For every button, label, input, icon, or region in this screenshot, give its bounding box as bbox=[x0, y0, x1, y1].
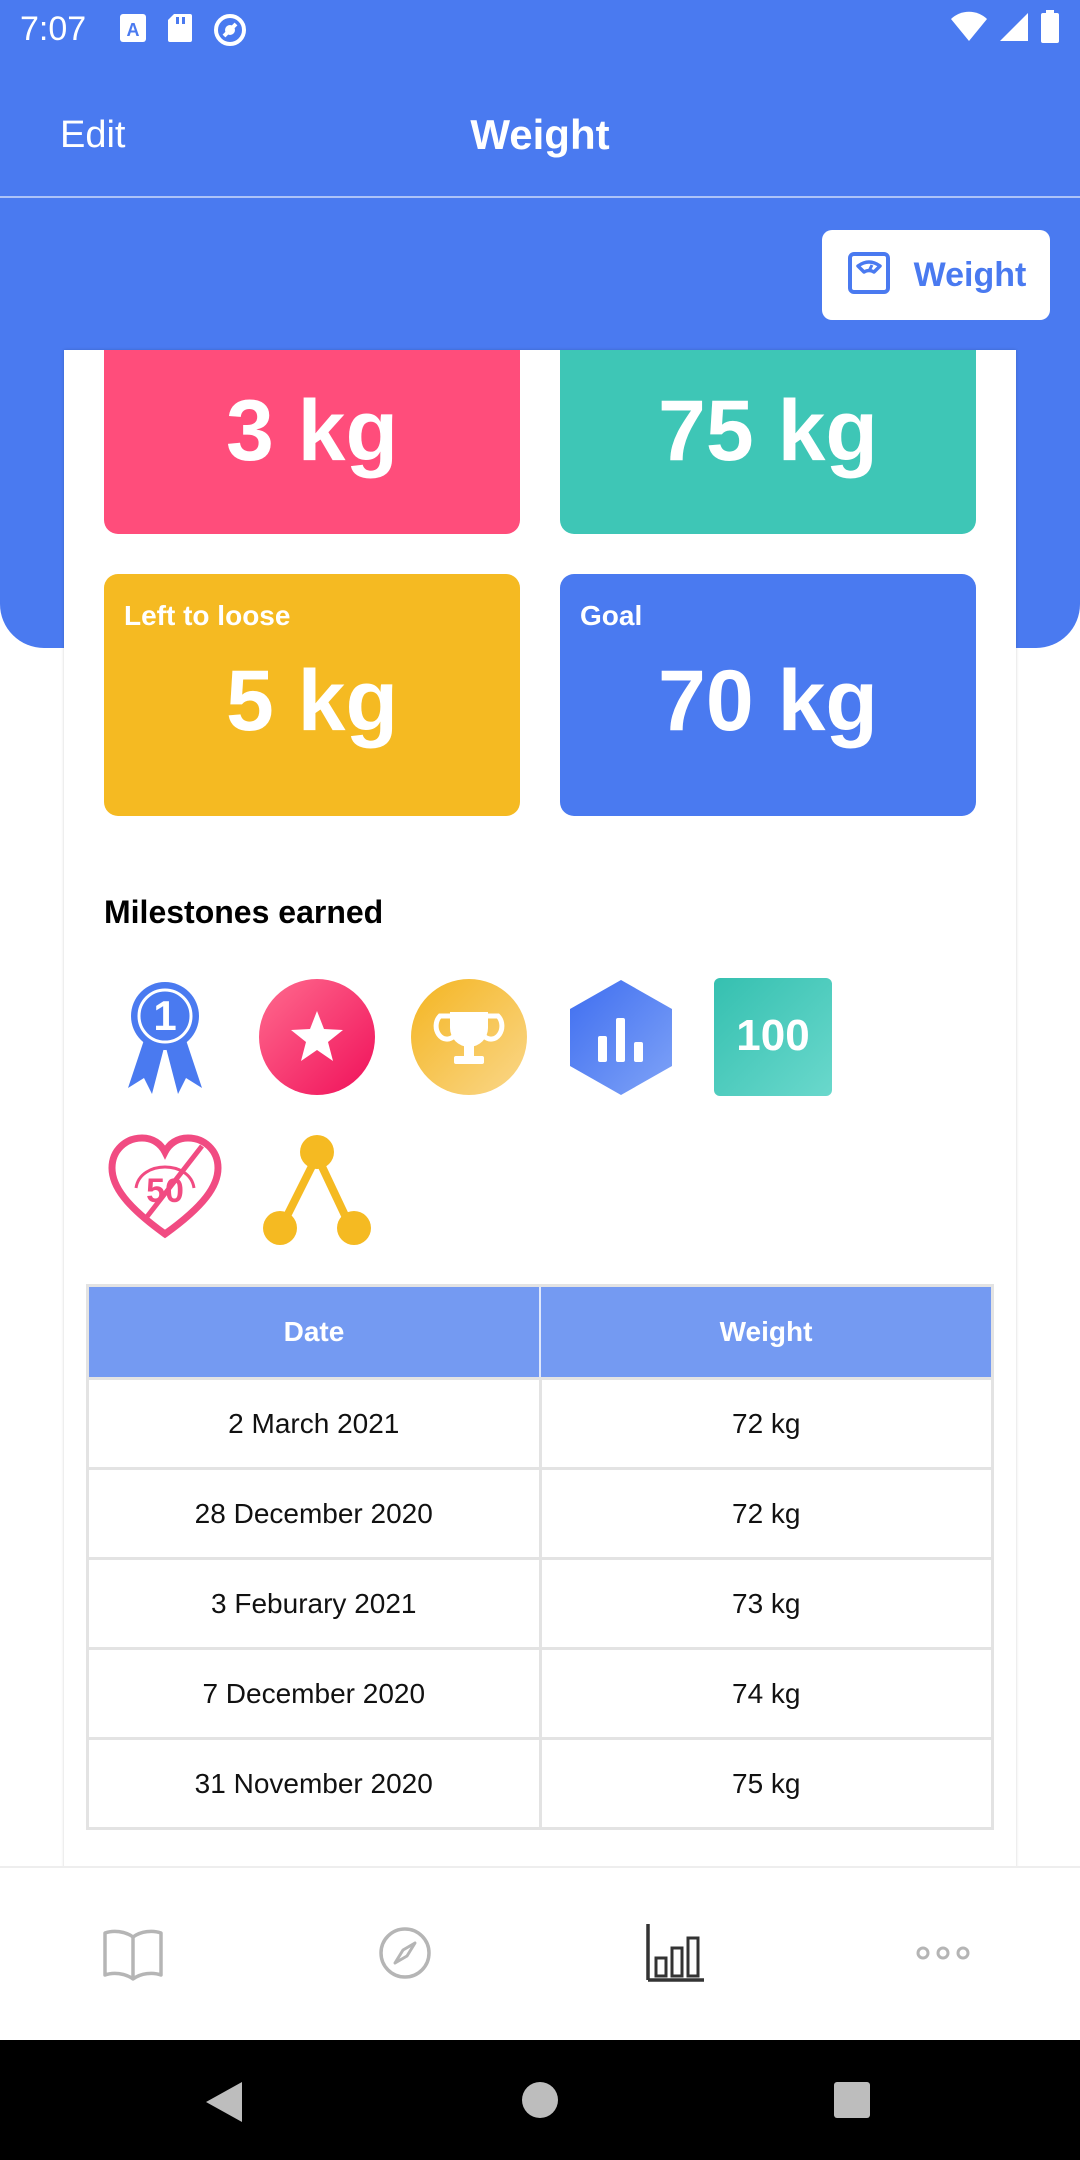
table-cell-date: 2 March 2021 bbox=[228, 1407, 400, 1439]
sync-icon bbox=[212, 12, 248, 53]
status-bar: 7:07 A bbox=[0, 0, 1080, 60]
stat-card-start-weight: 75 kg bbox=[560, 350, 976, 534]
table-cell-weight: 72 kg bbox=[538, 1470, 992, 1557]
home-icon[interactable] bbox=[520, 2080, 560, 2125]
stat-card-goal: Goal 70 kg bbox=[560, 574, 976, 816]
table-cell-date: 31 November 2020 bbox=[194, 1767, 433, 1799]
table-header-date: Date bbox=[283, 1316, 345, 1347]
table-header-weight: Weight bbox=[539, 1287, 991, 1377]
nav-explore[interactable] bbox=[370, 1920, 440, 1990]
star-badge-icon[interactable] bbox=[258, 978, 376, 1096]
more-icon bbox=[915, 1943, 971, 1968]
ribbon-number: 1 bbox=[153, 992, 176, 1039]
compass-icon bbox=[377, 1925, 433, 1986]
stat-value: 3 kg bbox=[225, 383, 399, 479]
table-cell-weight: 73 kg bbox=[538, 1560, 992, 1647]
hundred-badge-icon[interactable]: 100 bbox=[714, 978, 832, 1096]
table-row[interactable]: 31 November 2020 75 kg bbox=[89, 1737, 991, 1827]
weight-button-label: Weight bbox=[913, 255, 1027, 294]
back-icon[interactable] bbox=[204, 2080, 244, 2129]
scale-icon bbox=[846, 250, 892, 301]
weight-history-table: Date Weight 2 March 2021 72 kg 28 Decemb… bbox=[86, 1284, 994, 1830]
status-icons-right bbox=[950, 10, 1060, 49]
stat-label: Left to loose bbox=[124, 600, 291, 631]
signal-icon bbox=[998, 11, 1030, 48]
table-cell-date: 7 December 2020 bbox=[202, 1677, 426, 1709]
stat-value: 5 kg bbox=[225, 653, 399, 749]
weight-button[interactable]: Weight bbox=[822, 230, 1050, 320]
chart-hexagon-icon[interactable] bbox=[562, 978, 680, 1096]
table-row[interactable]: 3 Feburary 2021 73 kg bbox=[89, 1557, 991, 1647]
share-nodes-icon[interactable] bbox=[258, 1130, 376, 1248]
text-a-icon: A bbox=[118, 12, 148, 53]
table-row[interactable]: 28 December 2020 72 kg bbox=[89, 1467, 991, 1557]
nav-more[interactable] bbox=[908, 1920, 978, 1990]
svg-text:A: A bbox=[127, 20, 140, 40]
table-row[interactable]: 2 March 2021 72 kg bbox=[89, 1377, 991, 1467]
stat-card-weight-lost: 3 kg bbox=[104, 350, 520, 534]
ribbon-1-icon[interactable]: 1 bbox=[106, 978, 224, 1096]
bar-chart-icon bbox=[644, 1922, 706, 1989]
table-cell-weight: 72 kg bbox=[538, 1380, 992, 1467]
stat-value: 75 kg bbox=[658, 383, 878, 479]
milestones-title: Milestones earned bbox=[104, 894, 384, 930]
bottom-navigation bbox=[0, 1866, 1080, 2040]
book-icon bbox=[101, 1925, 165, 1986]
heart-number: 50 bbox=[146, 1172, 184, 1210]
table-row[interactable]: 7 December 2020 74 kg bbox=[89, 1647, 991, 1737]
status-time: 7:07 bbox=[20, 10, 87, 48]
recents-icon[interactable] bbox=[832, 2080, 872, 2125]
battery-icon bbox=[1040, 10, 1060, 49]
app-bar: Edit Weight bbox=[0, 60, 1080, 198]
status-icons-left: A bbox=[118, 12, 248, 53]
wifi-icon bbox=[950, 11, 988, 48]
stat-card-left-to-lose: Left to loose 5 kg bbox=[104, 574, 520, 816]
sd-card-icon bbox=[166, 12, 194, 53]
table-cell-weight: 75 kg bbox=[538, 1740, 992, 1827]
page-title: Weight bbox=[470, 111, 610, 158]
table-cell-date: 28 December 2020 bbox=[194, 1497, 433, 1529]
stat-label: Goal bbox=[580, 600, 643, 631]
table-header: Date Weight bbox=[89, 1287, 991, 1377]
hundred-text: 100 bbox=[736, 1011, 809, 1060]
nav-journal[interactable] bbox=[98, 1920, 168, 1990]
trophy-badge-icon[interactable] bbox=[410, 978, 528, 1096]
content-panel: 3 kg 75 kg Left to loose 5 kg Goal 70 kg… bbox=[64, 350, 1016, 1870]
table-cell-weight: 74 kg bbox=[538, 1650, 992, 1737]
heart-50-icon[interactable]: 50 bbox=[106, 1130, 224, 1248]
nav-progress[interactable] bbox=[640, 1920, 710, 1990]
system-navigation-bar bbox=[0, 2040, 1080, 2160]
table-cell-date: 3 Feburary 2021 bbox=[211, 1587, 417, 1619]
stat-value: 70 kg bbox=[658, 653, 878, 749]
